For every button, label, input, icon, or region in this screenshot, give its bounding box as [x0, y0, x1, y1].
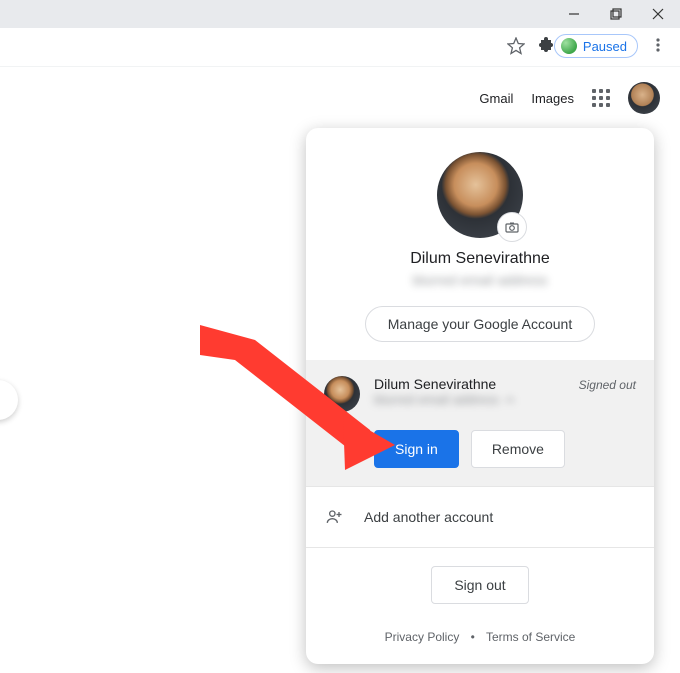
- camera-icon: [505, 220, 519, 234]
- sign-out-button[interactable]: Sign out: [431, 566, 528, 604]
- gmail-link[interactable]: Gmail: [479, 91, 513, 106]
- star-icon: [507, 37, 525, 55]
- account-popup: Dilum Senevirathne blurred email address…: [306, 128, 654, 664]
- browser-menu-button[interactable]: [650, 37, 666, 58]
- browser-toolbar: Paused: [0, 28, 680, 67]
- dot-separator: •: [463, 630, 483, 644]
- change-photo-button[interactable]: [497, 212, 527, 242]
- apps-icon: [592, 89, 596, 93]
- privacy-policy-link[interactable]: Privacy Policy: [385, 630, 460, 644]
- account-avatar-button[interactable]: [628, 82, 660, 114]
- bookmark-button[interactable]: [507, 37, 525, 60]
- close-window-button[interactable]: [638, 0, 678, 28]
- user-email: blurred email address: [306, 272, 654, 288]
- secondary-account-email: blurred email address: [374, 392, 579, 407]
- images-link[interactable]: Images: [531, 91, 574, 106]
- avatar-large: [437, 152, 523, 238]
- secondary-avatar: [324, 376, 360, 412]
- google-nav: Gmail Images: [479, 82, 660, 114]
- side-panel-fab[interactable]: [0, 380, 18, 420]
- terms-of-service-link[interactable]: Terms of Service: [486, 630, 575, 644]
- profile-chip[interactable]: Paused: [554, 34, 638, 58]
- user-name: Dilum Senevirathne: [306, 250, 654, 268]
- secondary-account-row[interactable]: Dilum Senevirathne blurred email address…: [324, 376, 636, 412]
- secondary-account-name: Dilum Senevirathne: [374, 376, 579, 392]
- puzzle-icon: [537, 37, 555, 55]
- window-titlebar: [0, 0, 680, 28]
- sign-in-button[interactable]: Sign in: [374, 430, 459, 468]
- minimize-icon: [568, 8, 580, 20]
- card-footer: Privacy Policy • Terms of Service: [306, 616, 654, 664]
- manage-account-button[interactable]: Manage your Google Account: [365, 306, 595, 342]
- restore-icon: [610, 8, 622, 20]
- kebab-menu-icon: [650, 37, 666, 53]
- remove-account-button[interactable]: Remove: [471, 430, 565, 468]
- add-account-label: Add another account: [364, 509, 493, 525]
- person-add-icon: [324, 507, 344, 527]
- profile-chip-icon: [561, 38, 577, 54]
- restore-button[interactable]: [596, 0, 636, 28]
- account-card-header: Dilum Senevirathne blurred email address…: [306, 128, 654, 360]
- profile-chip-label: Paused: [583, 39, 627, 54]
- signed-out-status: Signed out: [579, 378, 636, 392]
- card-bottom: Sign out: [306, 547, 654, 616]
- add-account-row[interactable]: Add another account: [306, 486, 654, 547]
- close-icon: [652, 8, 664, 20]
- extensions-button[interactable]: [537, 37, 555, 60]
- secondary-account-section: Dilum Senevirathne blurred email address…: [306, 360, 654, 486]
- minimize-button[interactable]: [554, 0, 594, 28]
- chevron-up-icon: [505, 395, 515, 405]
- apps-launcher-button[interactable]: [592, 89, 610, 107]
